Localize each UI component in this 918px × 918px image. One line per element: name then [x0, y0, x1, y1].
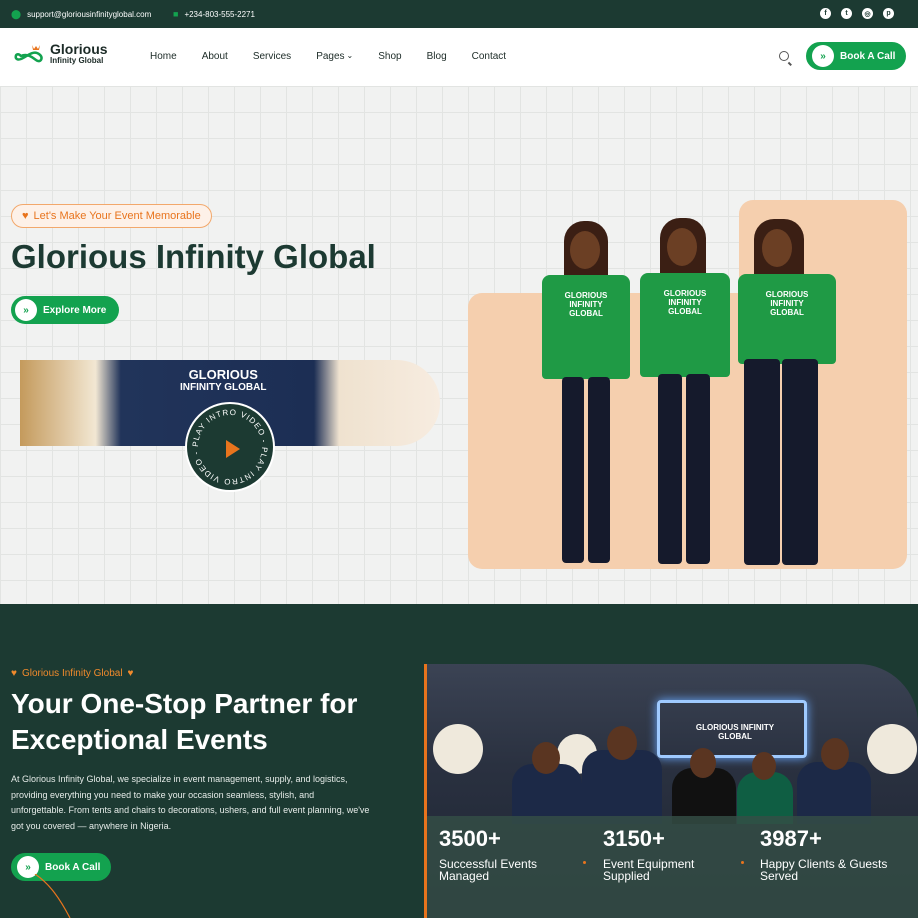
shirt-print: GLORIOUS INFINITY GLOBAL	[738, 274, 836, 364]
stat-number: 3987+	[760, 826, 822, 851]
stat-number: 3150+	[603, 826, 665, 851]
top-bar: ⬤ support@gloriousinfinityglobal.com ■ +…	[0, 0, 918, 28]
stat-number: 3500+	[439, 826, 501, 851]
main-nav: Home About Services Pages ⌄ Shop Blog Con…	[150, 51, 531, 62]
email-contact[interactable]: ⬤ support@gloriousinfinityglobal.com	[11, 9, 151, 20]
pinterest-icon[interactable]: p	[883, 8, 894, 19]
double-chevron-icon: »	[812, 45, 834, 67]
explore-more-label: Explore More	[43, 304, 107, 316]
play-icon	[226, 440, 240, 458]
book-call-label: Book A Call	[840, 50, 896, 62]
video-title-line1: GLORIOUS	[188, 367, 258, 382]
stat-divider-dot	[741, 861, 744, 864]
nav-pages-label: Pages	[316, 51, 345, 62]
stats-bar: 3500+ Successful Events Managed 3150+ Ev…	[427, 816, 918, 918]
phone-icon: ■	[173, 9, 179, 19]
heart-icon: ♥	[22, 210, 29, 222]
model-photo: GLORIOUS INFINITY GLOBAL	[538, 221, 633, 569]
book-call-label: Book A Call	[45, 861, 101, 873]
stat-clients: 3987+ Happy Clients & Guests Served	[760, 826, 910, 882]
nav-blog[interactable]: Blog	[427, 51, 447, 62]
instagram-icon[interactable]: ◎	[862, 8, 873, 19]
shirt-print: GLORIOUS INFINITY GLOBAL	[542, 275, 630, 379]
team-photo: GLORIOUS INFINITY GLOBAL 3500+ Successfu…	[424, 664, 918, 918]
section-kicker: ♥ Glorious Infinity Global ♥	[11, 668, 133, 679]
phone-contact[interactable]: ■ +234-803-555-2271	[173, 9, 255, 19]
nav-contact[interactable]: Contact	[472, 51, 506, 62]
stat-label: Event Equipment Supplied	[603, 857, 695, 883]
nav-about[interactable]: About	[202, 51, 228, 62]
section-heading: Your One-Stop Partner for Exceptional Ev…	[11, 688, 358, 755]
nav-home[interactable]: Home	[150, 51, 177, 62]
shirt-print: GLORIOUS INFINITY GLOBAL	[640, 273, 730, 377]
twitter-icon[interactable]: t	[841, 8, 852, 19]
stat-label: Happy Clients & Guests Served	[760, 857, 888, 883]
logo[interactable]: Glorious Infinity Global	[12, 42, 108, 65]
model-photo: GLORIOUS INFINITY GLOBAL	[734, 219, 840, 569]
hero-title: Glorious Infinity Global	[11, 238, 376, 275]
team-members	[507, 726, 887, 824]
stat-divider-dot	[583, 861, 586, 864]
about-section: ♥ Glorious Infinity Global ♥ Your One-St…	[0, 604, 918, 918]
explore-more-button[interactable]: » Explore More	[11, 296, 119, 324]
email-text[interactable]: support@gloriousinfinityglobal.com	[27, 10, 151, 19]
heart-icon: ♥	[127, 668, 134, 679]
play-intro-video-button[interactable]: PLAY INTRO VIDEO - PLAY INTRO VIDEO -	[185, 402, 275, 492]
nav-pages[interactable]: Pages ⌄	[316, 51, 353, 62]
nav-services[interactable]: Services	[253, 51, 291, 62]
logo-name: Glorious	[50, 41, 108, 57]
double-chevron-icon: »	[15, 299, 37, 321]
social-links: f t ◎ p	[820, 8, 894, 19]
hero-tagline: ♥ Let's Make Your Event Memorable	[11, 204, 212, 228]
chevron-down-icon: ⌄	[346, 51, 354, 60]
facebook-icon[interactable]: f	[820, 8, 831, 19]
section-paragraph: At Glorious Infinity Global, we speciali…	[11, 774, 370, 831]
hero-section: ♥ Let's Make Your Event Memorable Glorio…	[0, 86, 918, 604]
stat-label: Successful Events Managed	[439, 857, 538, 883]
decor-curve	[34, 874, 71, 918]
logo-subtitle: Infinity Global	[50, 56, 104, 65]
stat-events: 3500+ Successful Events Managed	[439, 826, 549, 882]
kicker-text: Glorious Infinity Global	[21, 668, 123, 679]
book-call-button[interactable]: » Book A Call	[806, 42, 906, 70]
stat-equipment: 3150+ Event Equipment Supplied	[603, 826, 713, 882]
infinity-logo-icon	[14, 44, 43, 62]
phone-text[interactable]: +234-803-555-2271	[184, 10, 255, 19]
model-photo: GLORIOUS INFINITY GLOBAL	[630, 218, 734, 569]
tagline-text: Let's Make Your Event Memorable	[33, 210, 201, 222]
search-icon[interactable]	[779, 51, 789, 61]
site-header: Glorious Infinity Global Home About Serv…	[0, 28, 918, 86]
video-title-line2: INFINITY GLOBAL	[180, 382, 267, 393]
nav-shop[interactable]: Shop	[378, 51, 401, 62]
heart-icon: ♥	[11, 668, 17, 679]
location-pin-icon: ⬤	[11, 9, 22, 19]
video-banner-title: GLORIOUS INFINITY GLOBAL	[180, 368, 266, 394]
